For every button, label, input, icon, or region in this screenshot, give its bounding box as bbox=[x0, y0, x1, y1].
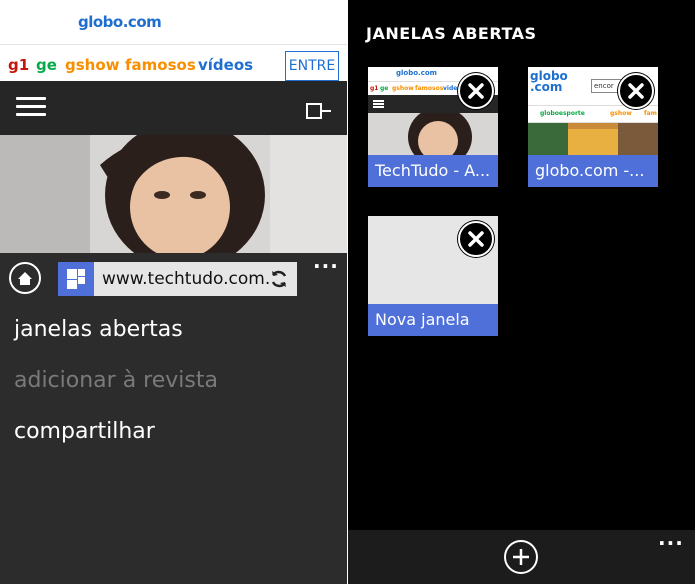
hamburger-menu-icon[interactable] bbox=[16, 97, 46, 117]
menu-item-add-to-magazine[interactable]: adicionar à revista bbox=[14, 368, 218, 393]
site-header: globo.com bbox=[0, 0, 347, 44]
close-tab-button[interactable] bbox=[457, 72, 495, 110]
site-favicon-icon bbox=[58, 262, 94, 296]
app-bar: ... bbox=[348, 526, 695, 584]
tab-caption: Nova janela bbox=[368, 304, 498, 336]
address-bar[interactable]: www.techtudo.com.b bbox=[58, 262, 297, 296]
article-photo bbox=[0, 135, 347, 253]
thumb-nav-videos: vide bbox=[443, 85, 458, 92]
plus-icon bbox=[513, 549, 529, 565]
thumb-nav-g1: g1 bbox=[370, 85, 379, 92]
nav-link-videos[interactable]: vídeos bbox=[198, 56, 253, 74]
url-text[interactable]: www.techtudo.com.b bbox=[102, 269, 270, 289]
thumb-nav-ge: ge bbox=[380, 85, 389, 92]
new-tab-button[interactable] bbox=[504, 540, 538, 574]
close-icon bbox=[618, 73, 654, 109]
thumb-nav-globoesporte: globoesporte bbox=[540, 110, 585, 117]
nav-link-g1[interactable]: g1 bbox=[8, 56, 29, 74]
more-options-button[interactable]: ... bbox=[658, 526, 684, 550]
nav-link-famosos[interactable]: famosos bbox=[125, 56, 196, 74]
site-logo[interactable]: globo.com bbox=[78, 13, 162, 31]
thumb-nav-fam: fam bbox=[644, 110, 657, 117]
tab-caption: TechTudo - A... bbox=[368, 155, 498, 187]
more-options-button[interactable]: ... bbox=[313, 249, 339, 273]
thumb-site-logo: globo.com bbox=[396, 69, 437, 77]
thumb-globo-logo-bottom: .com bbox=[530, 80, 563, 94]
menu-item-open-windows[interactable]: janelas abertas bbox=[14, 317, 183, 342]
close-icon bbox=[458, 73, 494, 109]
site-toolbar bbox=[0, 81, 347, 135]
menu-item-share[interactable]: compartilhar bbox=[14, 419, 155, 444]
nav-link-ge[interactable]: ge bbox=[36, 56, 57, 74]
thumb-nav-gshow: gshow bbox=[392, 85, 414, 92]
browser-app-bar: www.techtudo.com.b ... janelas abertas a… bbox=[0, 249, 347, 584]
login-button[interactable]: ENTRE bbox=[285, 51, 339, 81]
thumb-nav-gshow: gshow bbox=[610, 110, 632, 117]
close-icon bbox=[458, 221, 494, 257]
home-icon bbox=[18, 272, 32, 285]
refresh-icon[interactable] bbox=[268, 268, 290, 290]
right-screen: JANELAS ABERTAS globo.com g1 ge gshow fa… bbox=[348, 0, 695, 584]
open-tab-icon[interactable] bbox=[306, 103, 332, 119]
page-title: JANELAS ABERTAS bbox=[366, 24, 537, 43]
thumb-nav-famosos: famosos bbox=[415, 85, 444, 92]
site-nav: g1 ge gshow famosos vídeos ENTRE bbox=[0, 44, 347, 82]
close-tab-button[interactable] bbox=[457, 220, 495, 258]
nav-link-gshow[interactable]: gshow bbox=[65, 56, 120, 74]
home-button[interactable] bbox=[9, 262, 41, 294]
left-screen: globo.com g1 ge gshow famosos vídeos ENT… bbox=[0, 0, 347, 584]
close-tab-button[interactable] bbox=[617, 72, 655, 110]
tab-caption: globo.com -... bbox=[528, 155, 658, 187]
